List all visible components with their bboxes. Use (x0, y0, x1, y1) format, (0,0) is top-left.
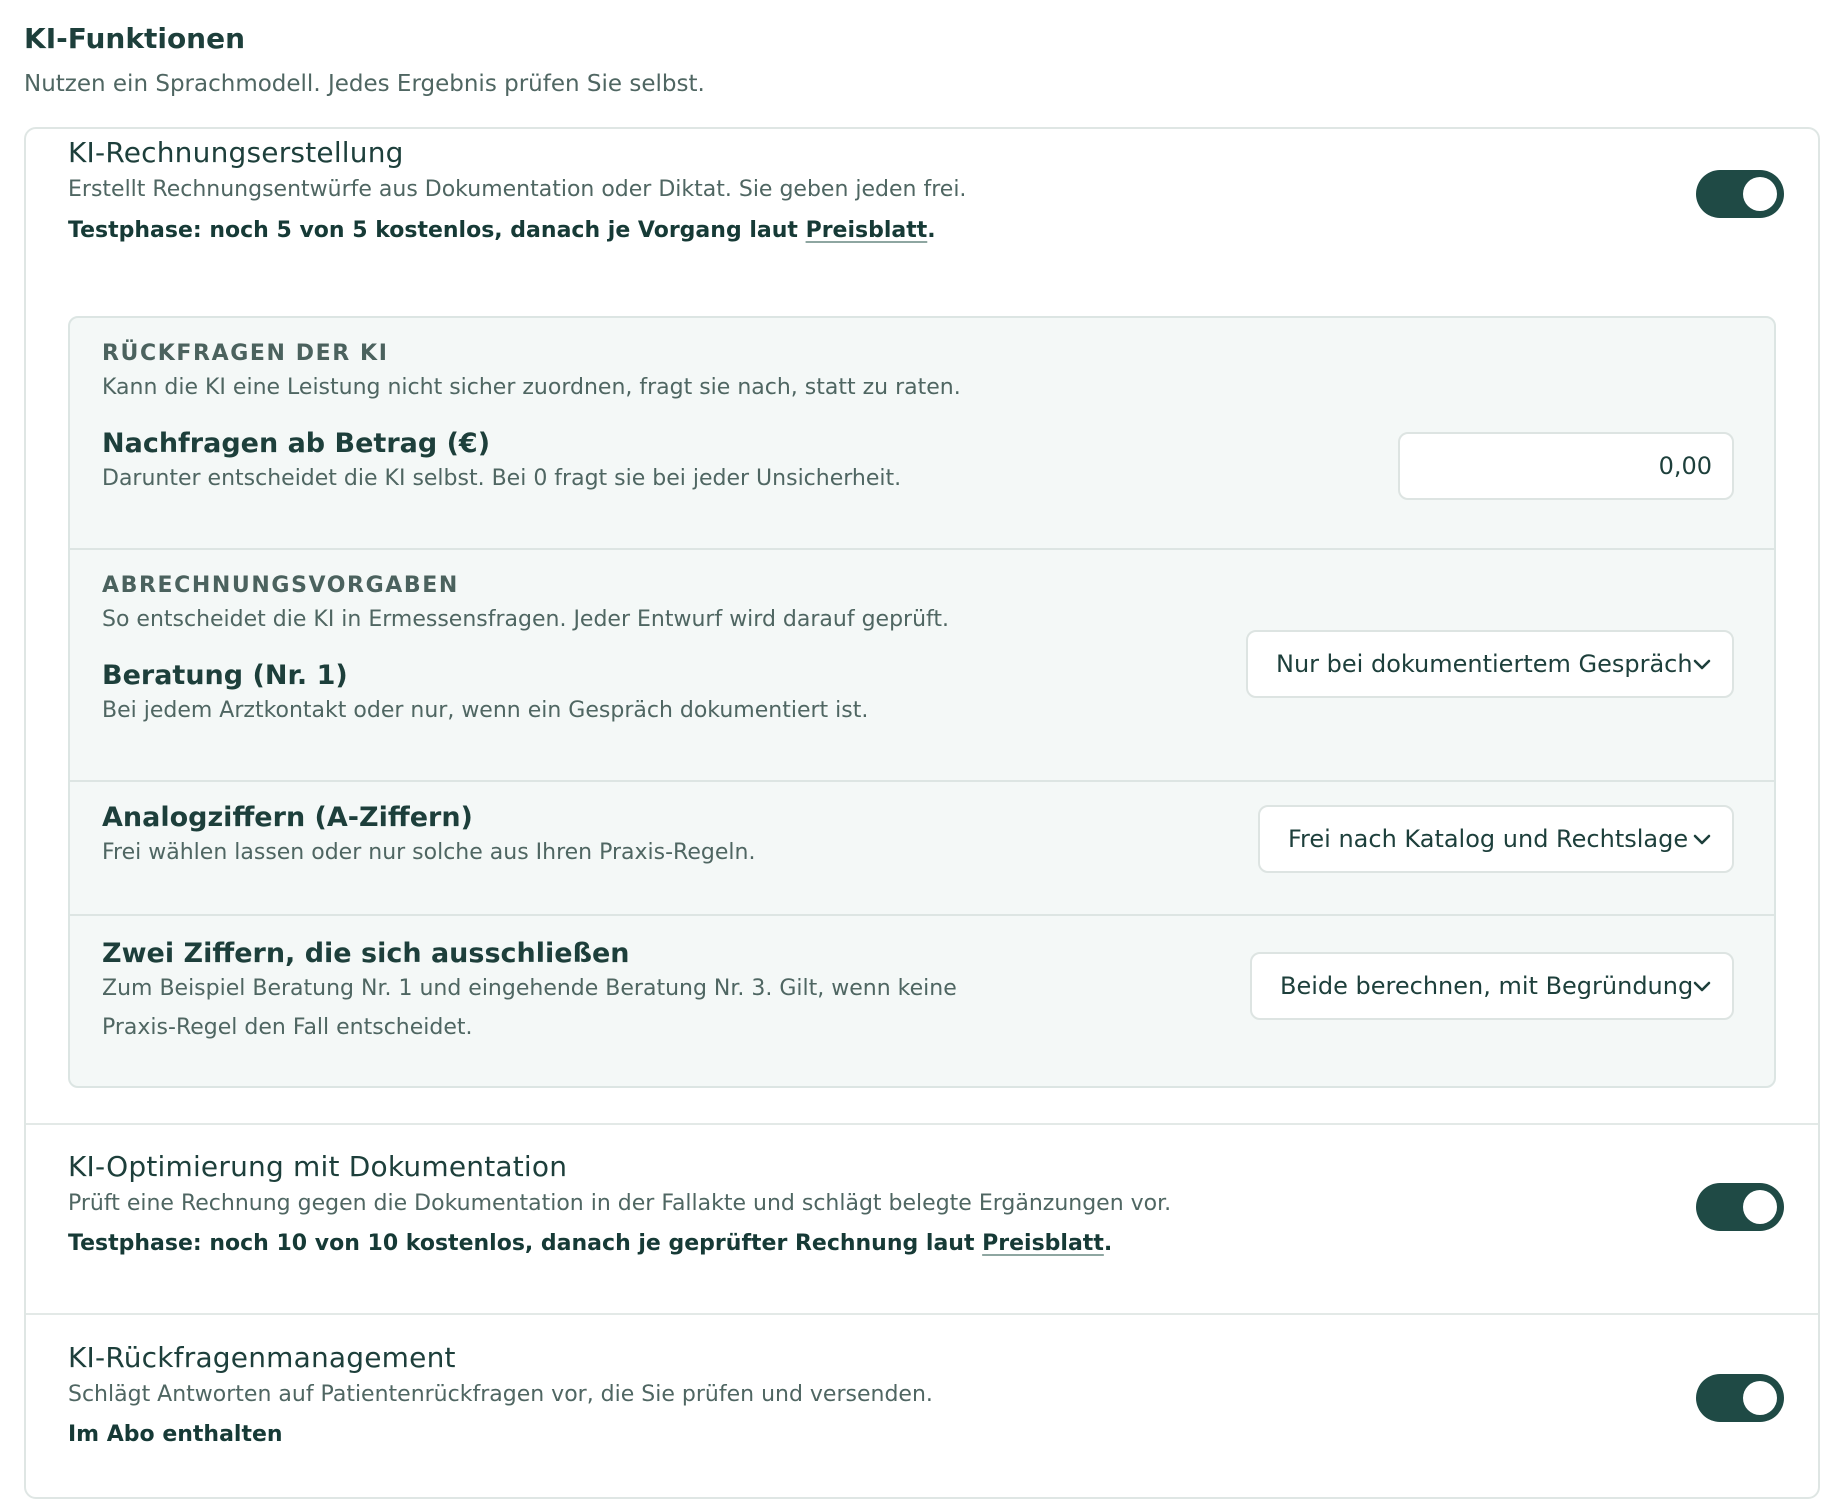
invoice-trial-text: Testphase: noch 5 von 5 kostenlos, danac… (68, 218, 806, 243)
optimization-pricesheet-link[interactable]: Preisblatt (982, 1231, 1104, 1256)
ai-features-card: KI-Rechnungserstellung Erstellt Rechnung… (24, 127, 1820, 1499)
chevron-down-icon (1693, 659, 1711, 670)
toggle-knob (1743, 1381, 1777, 1415)
billing-rules-description: So entscheidet die KI in Ermessensfragen… (102, 607, 949, 632)
query-management-description: Schlägt Antworten auf Patientenrückfrage… (68, 1382, 933, 1407)
invoice-settings-panel: RÜCKFRAGEN DER KI Kann die KI eine Leist… (68, 316, 1776, 1088)
exclusive-row: Zwei Ziffern, die sich ausschließen Zum … (70, 916, 1774, 1086)
invoice-toggle[interactable] (1696, 170, 1784, 218)
invoice-trial-suffix: . (927, 218, 936, 243)
query-management-section: KI-Rückfragenmanagement Schlägt Antworte… (26, 1315, 1818, 1501)
toggle-knob (1743, 1190, 1777, 1224)
optimization-trial-suffix: . (1103, 1231, 1113, 1256)
queries-group-description: Kann die KI eine Leistung nicht sicher z… (102, 375, 961, 400)
billing-rules-label: ABRECHNUNGSVORGABEN (102, 573, 459, 598)
consultation-title: Beratung (Nr. 1) (102, 660, 348, 691)
billing-rules-group: ABRECHNUNGSVORGABEN So entscheidet die K… (70, 550, 1774, 780)
optimization-title: KI-Optimierung mit Dokumentation (68, 1150, 568, 1183)
optimization-trial-note: Testphase: noch 10 von 10 kostenlos, dan… (68, 1231, 1112, 1256)
chevron-down-icon (1693, 834, 1711, 845)
query-management-note: Im Abo enthalten (68, 1422, 283, 1447)
optimization-trial-text: Testphase: noch 10 von 10 kostenlos, dan… (68, 1231, 983, 1256)
optimization-section: KI-Optimierung mit Dokumentation Prüft e… (26, 1125, 1818, 1313)
page-title: KI-Funktionen (24, 22, 246, 55)
threshold-title: Nachfragen ab Betrag (€) (102, 428, 491, 459)
optimization-toggle[interactable] (1696, 1183, 1784, 1231)
invoice-pricesheet-link[interactable]: Preisblatt (806, 218, 928, 243)
chevron-down-icon (1693, 981, 1711, 992)
queries-group: RÜCKFRAGEN DER KI Kann die KI eine Leist… (70, 318, 1774, 548)
analog-description: Frei wählen lassen oder nur solche aus I… (102, 840, 756, 865)
threshold-description: Darunter entscheidet die KI selbst. Bei … (102, 466, 902, 491)
toggle-knob (1743, 177, 1777, 211)
invoice-title: KI-Rechnungserstellung (68, 136, 404, 169)
analog-title: Analogziffern (A-Ziffern) (102, 802, 473, 833)
exclusive-title: Zwei Ziffern, die sich ausschließen (102, 938, 630, 969)
consultation-description: Bei jedem Arztkontakt oder nur, wenn ein… (102, 698, 869, 723)
invoice-trial-note: Testphase: noch 5 von 5 kostenlos, danac… (68, 218, 936, 243)
ai-settings-page: KI-Funktionen Nutzen ein Sprachmodell. J… (0, 0, 1840, 1499)
queries-group-label: RÜCKFRAGEN DER KI (102, 341, 389, 366)
analog-select[interactable]: Frei nach Katalog und Rechtslage (1258, 805, 1734, 873)
exclusive-description-line2: Praxis-Regel den Fall entscheidet. (102, 1015, 473, 1040)
invoice-description: Erstellt Rechnungsentwürfe aus Dokumenta… (68, 177, 967, 202)
consultation-select[interactable]: Nur bei dokumentiertem Gespräch (1246, 630, 1734, 698)
consultation-select-value: Nur bei dokumentiertem Gespräch (1276, 650, 1693, 678)
analog-select-value: Frei nach Katalog und Rechtslage (1288, 825, 1689, 853)
exclusive-select-value: Beide berechnen, mit Begründung (1280, 972, 1694, 1000)
query-management-toggle[interactable] (1696, 1374, 1784, 1422)
exclusive-select[interactable]: Beide berechnen, mit Begründung (1250, 952, 1734, 1020)
exclusive-description-line1: Zum Beispiel Beratung Nr. 1 und eingehen… (102, 976, 957, 1001)
page-subtitle: Nutzen ein Sprachmodell. Jedes Ergebnis … (24, 71, 705, 97)
query-management-title: KI-Rückfragenmanagement (68, 1341, 456, 1374)
optimization-description: Prüft eine Rechnung gegen die Dokumentat… (68, 1191, 1172, 1216)
invoice-section: KI-Rechnungserstellung Erstellt Rechnung… (26, 129, 1818, 1088)
threshold-amount-input[interactable] (1398, 432, 1734, 500)
analog-row: Analogziffern (A-Ziffern) Frei wählen la… (70, 782, 1774, 914)
